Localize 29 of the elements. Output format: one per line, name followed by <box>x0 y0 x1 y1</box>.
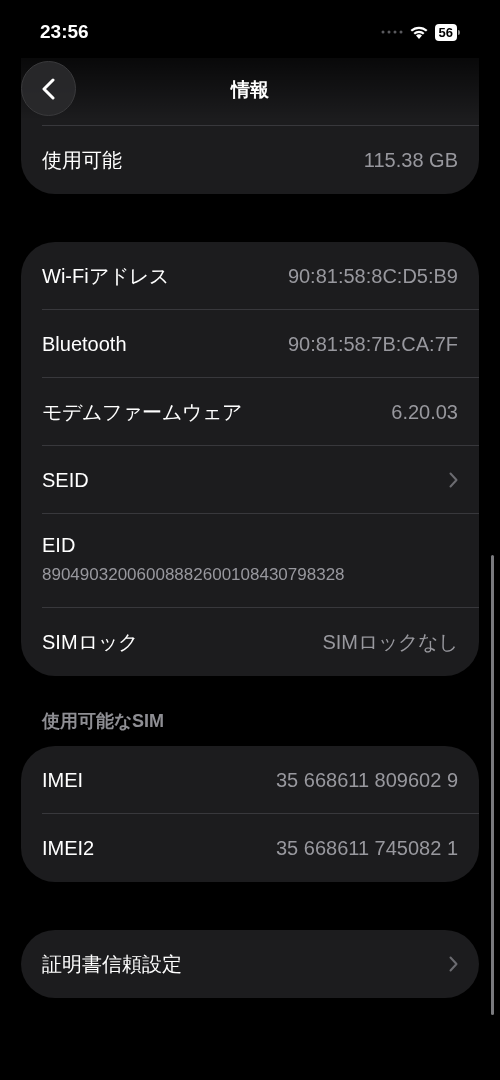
row-value: 115.38 GB <box>363 148 458 173</box>
row-value: 90:81:58:8C:D5:B9 <box>287 263 458 289</box>
row-label: IMEI2 <box>42 836 95 861</box>
row-label: 使用可能 <box>42 148 122 173</box>
signal-icon <box>380 30 403 34</box>
nav-title: 情報 <box>229 78 270 102</box>
row-label: モデムファームウェア <box>42 399 242 425</box>
row-label: Wi-Fiアドレス <box>42 263 169 289</box>
row-label: SEID <box>42 467 89 493</box>
row-value: 35 668611 745082 1 <box>275 836 458 861</box>
chevron-right-icon <box>449 471 458 488</box>
status-time: 23:56 <box>40 19 89 44</box>
chevron-right-icon <box>449 956 458 972</box>
chevron-left-icon <box>42 77 55 100</box>
settings-row[interactable]: SEID <box>21 446 479 514</box>
row-label: IMEI <box>42 767 84 793</box>
battery-icon: 56 <box>434 23 460 41</box>
row-label: SIMロック <box>42 630 138 655</box>
row-value: 6.20.03 <box>391 399 458 425</box>
row-value: SIMロックなし <box>322 630 458 655</box>
settings-row[interactable]: 証明書信頼設定 <box>21 930 479 998</box>
row-value: 90:81:58:7B:CA:7F <box>287 331 458 357</box>
section-header: 使用可能なSIM <box>40 710 165 733</box>
row-label: Bluetooth <box>42 331 127 357</box>
wifi-icon <box>408 24 429 40</box>
row-value: 89049032006008882600108430798328 <box>42 564 346 587</box>
row-label: 証明書信頼設定 <box>42 952 182 977</box>
row-label: EID <box>42 533 77 559</box>
row-value: 35 668611 809602 9 <box>275 767 458 793</box>
